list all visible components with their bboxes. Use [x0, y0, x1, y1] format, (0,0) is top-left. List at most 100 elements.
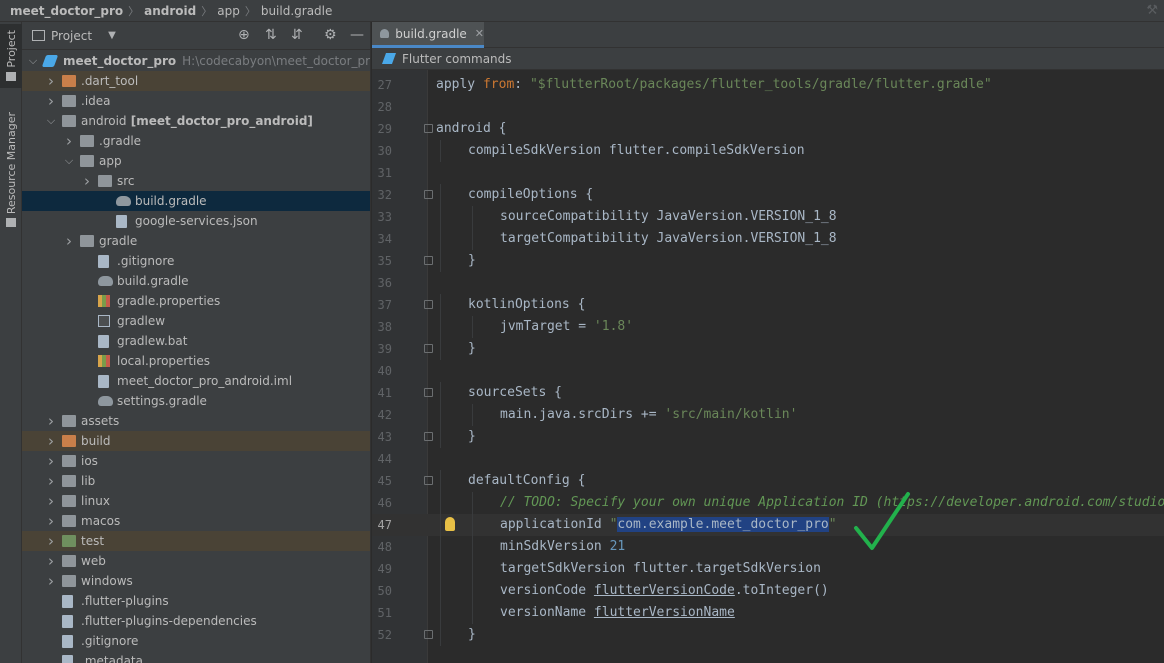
- chevron-right-icon[interactable]: ›: [46, 472, 56, 490]
- fold-marker-icon[interactable]: [424, 476, 433, 485]
- code-line[interactable]: 31: [372, 162, 1164, 184]
- tree-item[interactable]: › windows: [22, 571, 370, 591]
- tree-item[interactable]: gradle.properties: [22, 291, 370, 311]
- code-area[interactable]: 27 apply from: "$flutterRoot/packages/flu…: [372, 70, 1164, 663]
- code-line[interactable]: 48 minSdkVersion 21: [372, 536, 1164, 558]
- fold-marker-icon[interactable]: [424, 124, 433, 133]
- tree-item[interactable]: .gitignore: [22, 251, 370, 271]
- tree-item[interactable]: local.properties: [22, 351, 370, 371]
- code-line[interactable]: 45 defaultConfig {: [372, 470, 1164, 492]
- tree-item[interactable]: › src: [22, 171, 370, 191]
- fold-marker-icon[interactable]: [424, 432, 433, 441]
- code-line[interactable]: 37 kotlinOptions {: [372, 294, 1164, 316]
- hammer-icon[interactable]: ⚒: [1146, 3, 1158, 18]
- chevron-right-icon[interactable]: ›: [46, 412, 56, 430]
- chevron-right-icon[interactable]: ›: [64, 232, 74, 250]
- code-line[interactable]: 42 main.java.srcDirs += 'src/main/kotlin': [372, 404, 1164, 426]
- tree-item[interactable]: › .gradle: [22, 131, 370, 151]
- code-line[interactable]: 29 android {: [372, 118, 1164, 140]
- chevron-right-icon[interactable]: ›: [46, 72, 56, 90]
- tree-item[interactable]: .flutter-plugins-dependencies: [22, 611, 370, 631]
- chevron-down-icon[interactable]: ⌵: [46, 114, 56, 128]
- fold-marker-icon[interactable]: [424, 300, 433, 309]
- chevron-right-icon[interactable]: ›: [46, 572, 56, 590]
- tree-item[interactable]: ⌵ android [meet_doctor_pro_android]: [22, 111, 370, 131]
- tree-item[interactable]: meet_doctor_pro_android.iml: [22, 371, 370, 391]
- chevron-right-icon[interactable]: ›: [46, 432, 56, 450]
- fold-marker-icon[interactable]: [424, 256, 433, 265]
- breadcrumb-item[interactable]: build.gradle: [261, 4, 333, 18]
- breadcrumb-item[interactable]: app: [217, 4, 240, 18]
- code-line[interactable]: 27 apply from: "$flutterRoot/packages/flu…: [372, 74, 1164, 96]
- tree-item[interactable]: › ios: [22, 451, 370, 471]
- tree-item[interactable]: › linux: [22, 491, 370, 511]
- tree-item[interactable]: build.gradle: [22, 191, 370, 211]
- chevron-right-icon[interactable]: ›: [46, 92, 56, 110]
- tab-project[interactable]: Project: [0, 24, 22, 88]
- project-view-selector[interactable]: Project: [51, 29, 92, 43]
- breadcrumb-item[interactable]: android: [144, 4, 196, 18]
- tree-item[interactable]: › .idea: [22, 91, 370, 111]
- tab-resource-manager[interactable]: Resource Manager: [0, 108, 22, 228]
- fold-marker-icon[interactable]: [424, 190, 433, 199]
- chevron-right-icon[interactable]: ›: [46, 492, 56, 510]
- code-line[interactable]: 43}: [372, 426, 1164, 448]
- code-line[interactable]: 33 sourceCompatibility JavaVersion.VERSIO…: [372, 206, 1164, 228]
- tree-item[interactable]: › lib: [22, 471, 370, 491]
- lightbulb-icon[interactable]: [445, 517, 455, 531]
- tree-item[interactable]: build.gradle: [22, 271, 370, 291]
- tree-item[interactable]: gradlew.bat: [22, 331, 370, 351]
- code-line[interactable]: 46 // TODO: Specify your own unique Appli…: [372, 492, 1164, 514]
- tree-item[interactable]: › web: [22, 551, 370, 571]
- code-line[interactable]: 36: [372, 272, 1164, 294]
- code-line[interactable]: 47 applicationId "com.example.meet_doctor…: [372, 514, 1164, 536]
- code-line[interactable]: 40: [372, 360, 1164, 382]
- collapse-all-icon[interactable]: ⇵: [291, 28, 303, 42]
- code-line[interactable]: 44: [372, 448, 1164, 470]
- chevron-down-icon[interactable]: ▼: [108, 30, 116, 41]
- tree-item[interactable]: ⌵ meet_doctor_pro H:\codecabyon\meet_docto…: [22, 51, 370, 71]
- fold-marker-icon[interactable]: [424, 344, 433, 353]
- chevron-right-icon[interactable]: ›: [46, 452, 56, 470]
- fold-marker-icon[interactable]: [424, 388, 433, 397]
- code-line[interactable]: 32 compileOptions {: [372, 184, 1164, 206]
- chevron-right-icon[interactable]: ›: [82, 172, 92, 190]
- code-line[interactable]: 50 versionCode flutterVersionCode.toInteg…: [372, 580, 1164, 602]
- tree-item[interactable]: › test: [22, 531, 370, 551]
- code-line[interactable]: 30 compileSdkVersion flutter.compileSdkVe…: [372, 140, 1164, 162]
- tree-item[interactable]: settings.gradle: [22, 391, 370, 411]
- tree-item[interactable]: › assets: [22, 411, 370, 431]
- code-line[interactable]: 49 targetSdkVersion flutter.targetSdkVers…: [372, 558, 1164, 580]
- chevron-right-icon[interactable]: ›: [64, 132, 74, 150]
- tree-item[interactable]: › build: [22, 431, 370, 451]
- tree-item[interactable]: .flutter-plugins: [22, 591, 370, 611]
- chevron-down-icon[interactable]: ⌵: [64, 154, 74, 168]
- tree-item[interactable]: .gitignore: [22, 631, 370, 651]
- tree-item[interactable]: › gradle: [22, 231, 370, 251]
- close-icon[interactable]: ✕: [475, 27, 484, 40]
- tree-item[interactable]: google-services.json: [22, 211, 370, 231]
- chevron-right-icon[interactable]: ›: [46, 552, 56, 570]
- tree-item[interactable]: gradlew: [22, 311, 370, 331]
- expand-all-icon[interactable]: ⇅: [265, 28, 277, 42]
- code-line[interactable]: 38 jvmTarget = '1.8': [372, 316, 1164, 338]
- tree-item[interactable]: .metadata: [22, 651, 370, 663]
- code-line[interactable]: 41 sourceSets {: [372, 382, 1164, 404]
- chevron-right-icon[interactable]: ›: [46, 512, 56, 530]
- code-line[interactable]: 39}: [372, 338, 1164, 360]
- code-line[interactable]: 28: [372, 96, 1164, 118]
- code-line[interactable]: 35}: [372, 250, 1164, 272]
- chevron-down-icon[interactable]: ⌵: [28, 54, 38, 68]
- tree-item[interactable]: ⌵ app: [22, 151, 370, 171]
- minimize-icon[interactable]: —: [350, 28, 364, 42]
- code-line[interactable]: 34 targetCompatibility JavaVersion.VERSIO…: [372, 228, 1164, 250]
- breadcrumb-item[interactable]: meet_doctor_pro: [10, 4, 123, 18]
- tab-build-gradle[interactable]: build.gradle ✕: [372, 22, 484, 48]
- fold-marker-icon[interactable]: [424, 630, 433, 639]
- flutter-commands-link[interactable]: Flutter commands: [402, 52, 512, 66]
- chevron-right-icon[interactable]: ›: [46, 532, 56, 550]
- code-line[interactable]: 51 versionName flutterVersionName: [372, 602, 1164, 624]
- tree-item[interactable]: › macos: [22, 511, 370, 531]
- tree-item[interactable]: › .dart_tool: [22, 71, 370, 91]
- gear-icon[interactable]: ⚙: [324, 28, 337, 42]
